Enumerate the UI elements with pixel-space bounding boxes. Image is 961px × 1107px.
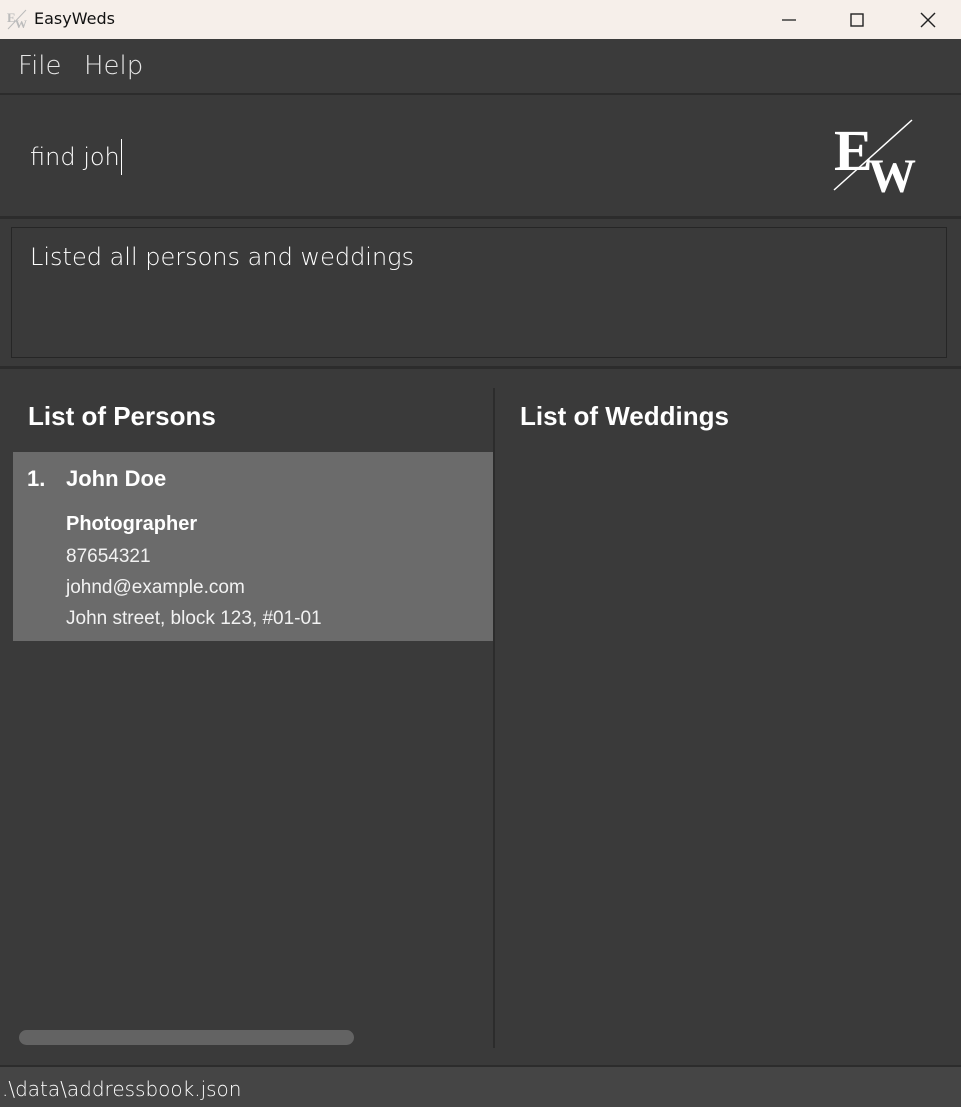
svg-text:W: W	[15, 17, 27, 30]
wedding-list-panel: List of Weddings	[495, 369, 961, 1051]
easyweds-logo: E W	[833, 118, 916, 194]
command-input[interactable]: find joh	[30, 139, 123, 175]
result-message: Listed all persons and weddings	[30, 243, 415, 271]
easyweds-logo-icon: E W	[7, 9, 27, 30]
person-phone: 87654321	[66, 546, 151, 567]
status-bar: .\data\addressbook.json	[0, 1065, 961, 1107]
menu-help[interactable]: Help	[84, 51, 143, 81]
window-title: EasyWeds	[34, 9, 115, 28]
maximize-icon	[850, 12, 864, 27]
title-bar: E W EasyWeds	[0, 0, 961, 39]
person-address: John street, block 123, #01-01	[66, 608, 322, 629]
person-card[interactable]: 1. John Doe Photographer 87654321 johnd@…	[13, 452, 493, 641]
command-input-text: find joh	[30, 143, 120, 171]
horizontal-scrollbar[interactable]	[19, 1030, 354, 1045]
close-button[interactable]	[893, 0, 961, 39]
person-list-title: List of Persons	[28, 401, 216, 431]
person-list-panel: List of Persons 1. John Doe Photographer…	[0, 369, 493, 1051]
command-box: find joh	[0, 95, 961, 219]
data-file-path: .\data\addressbook.json	[2, 1077, 242, 1101]
minimize-button[interactable]	[754, 0, 824, 39]
menu-bar: File Help	[0, 39, 961, 95]
result-display: Listed all persons and weddings	[11, 227, 947, 358]
person-name: John Doe	[66, 466, 167, 491]
minimize-icon	[782, 18, 796, 21]
person-email: johnd@example.com	[66, 577, 245, 598]
wedding-list-title: List of Weddings	[520, 401, 729, 431]
person-index: 1.	[27, 466, 46, 491]
close-icon	[920, 12, 936, 27]
menu-file[interactable]: File	[18, 51, 62, 81]
person-role: Photographer	[66, 513, 198, 535]
svg-text:W: W	[868, 150, 916, 194]
text-caret	[120, 139, 123, 175]
maximize-button[interactable]	[822, 0, 892, 39]
